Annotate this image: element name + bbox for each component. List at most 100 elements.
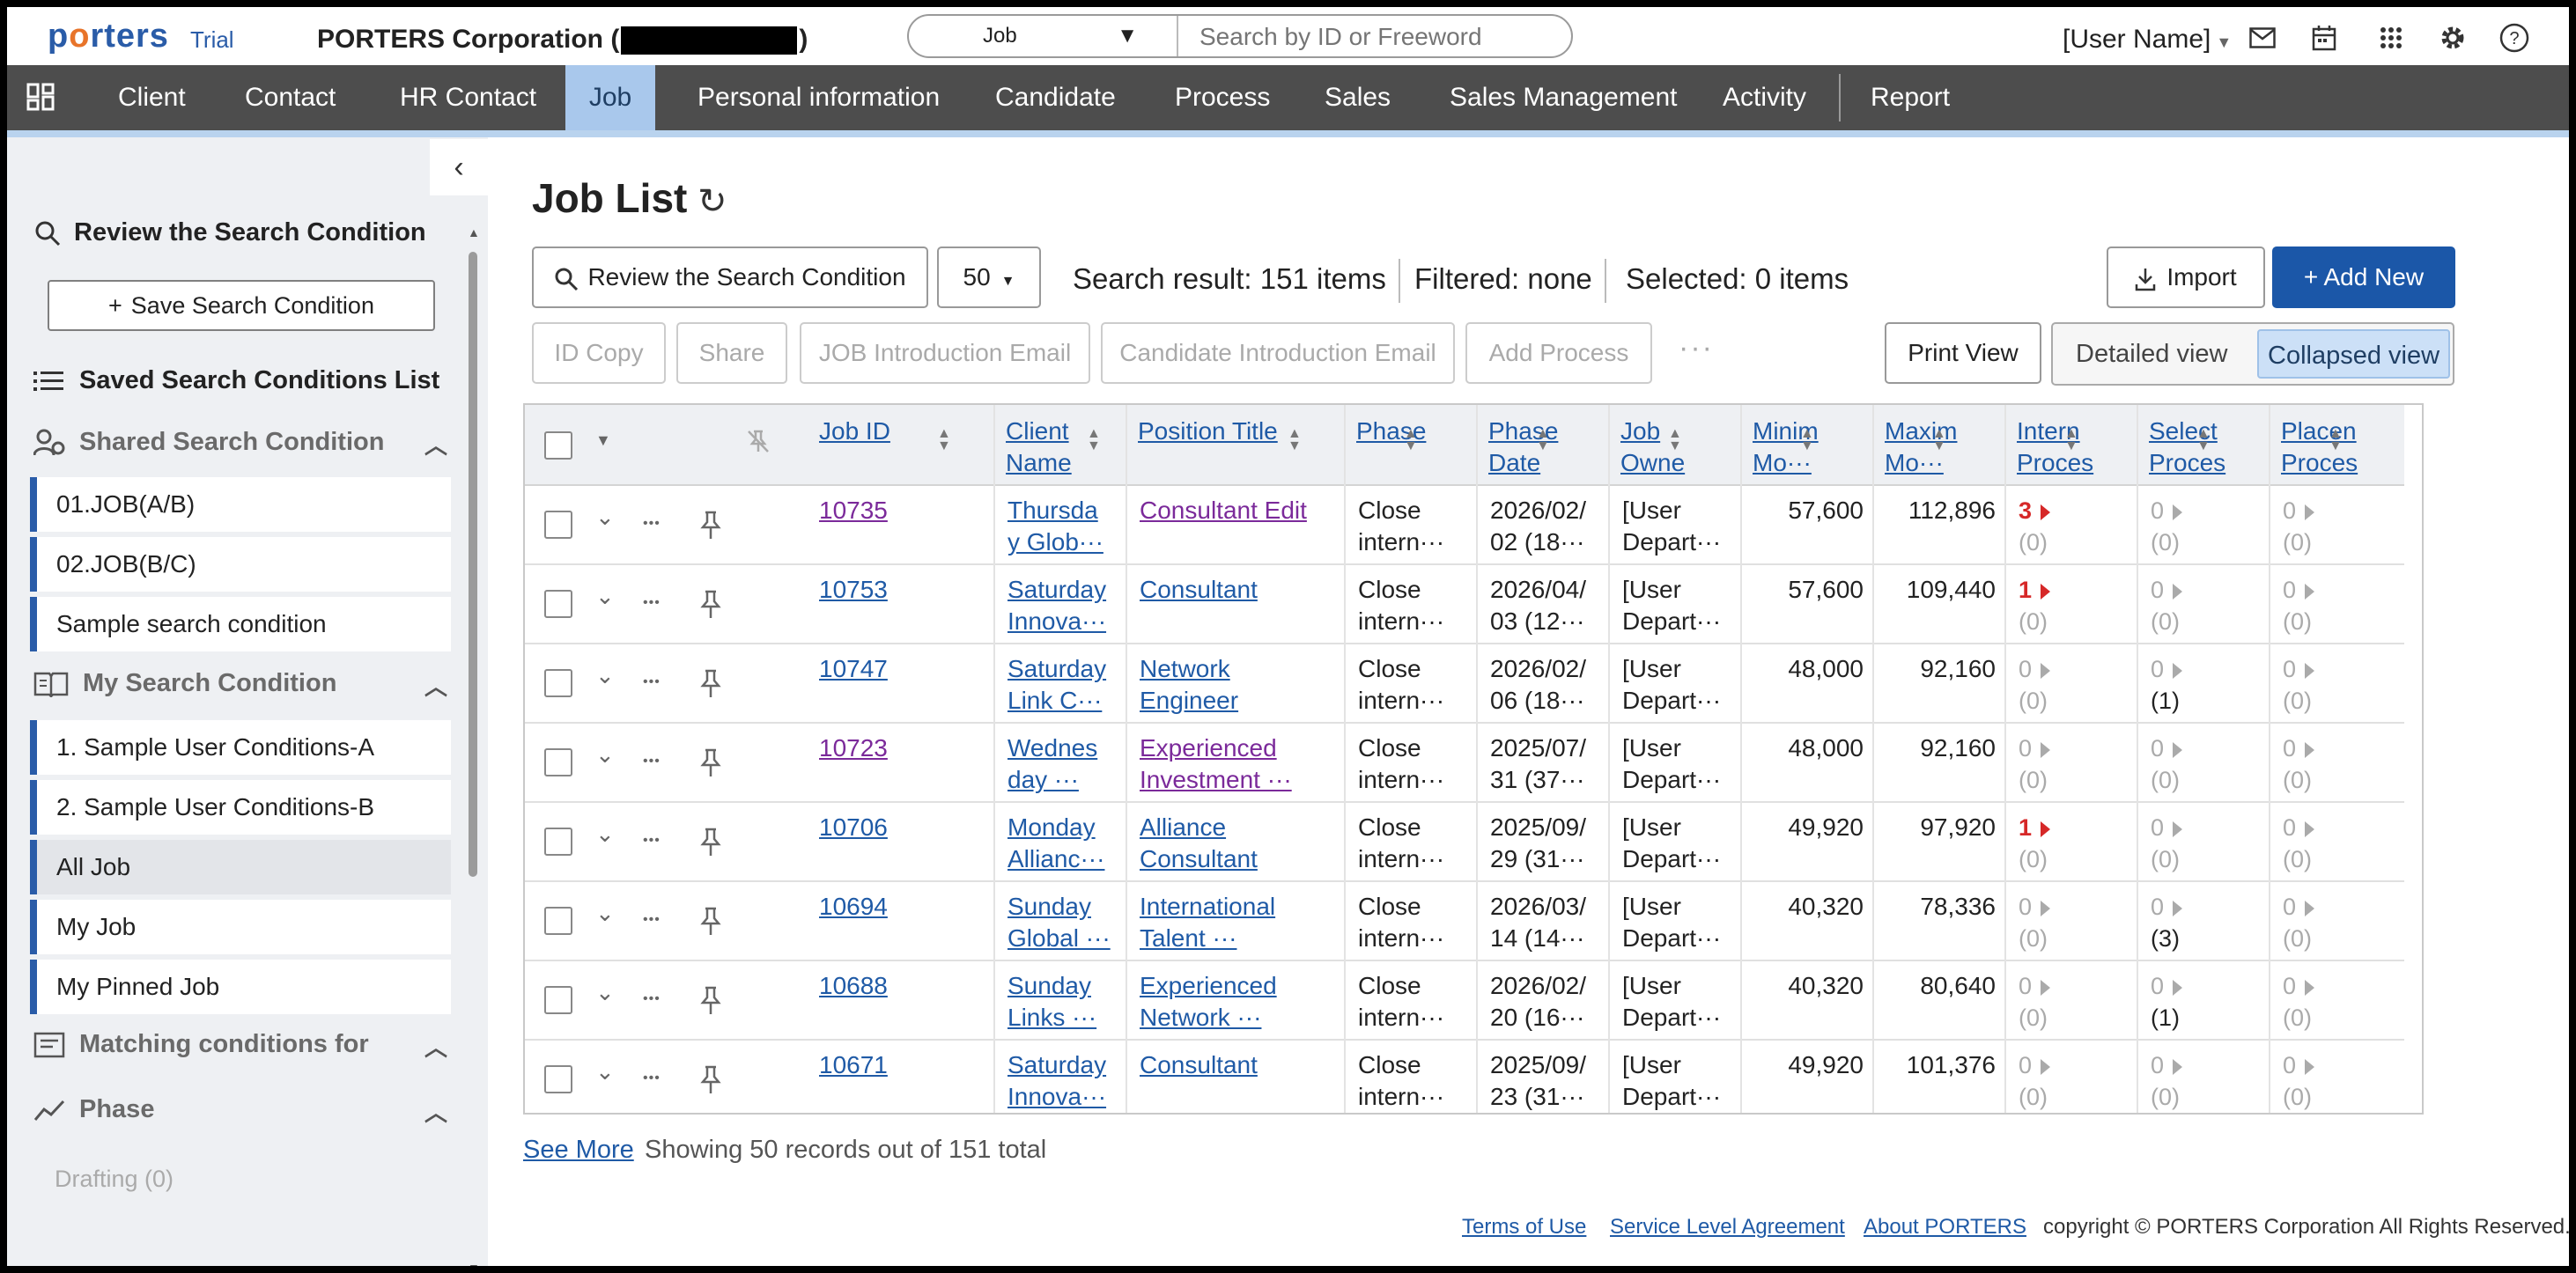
nav-sales[interactable]: Sales (1321, 65, 1394, 130)
unpin-icon[interactable] (745, 428, 771, 460)
column-header[interactable]: Phase (1356, 416, 1437, 447)
add-process-button[interactable]: Add Process (1465, 322, 1652, 384)
pin-icon[interactable] (699, 907, 722, 943)
row-menu-dots-icon[interactable]: ••• (643, 674, 661, 690)
client-name-link[interactable]: Saturday Innova··· (1008, 1049, 1113, 1113)
my-condition-item[interactable]: 2. Sample User Conditions-B (30, 780, 451, 835)
apps-grid-icon[interactable] (2376, 23, 2406, 53)
phase-drafting-item[interactable]: Drafting (0) (55, 1166, 173, 1193)
job-id-link[interactable]: 10723 (819, 732, 942, 764)
internal-process-count[interactable]: 3 (2019, 495, 2051, 526)
pin-icon[interactable] (699, 828, 722, 864)
column-header[interactable]: Job ID (819, 416, 951, 447)
row-checkbox[interactable] (544, 907, 572, 935)
pin-icon[interactable] (699, 511, 722, 547)
pin-icon[interactable] (699, 748, 722, 784)
table-row[interactable]: ⌄ ••• 10671 Saturday Innova··· Consultant Clos… (525, 1041, 2404, 1113)
chevron-down-icon[interactable]: ⌄ (595, 900, 615, 927)
saved-conditions-list-row[interactable]: Saved Search Conditions List (33, 366, 439, 395)
sort-icon[interactable]: ▲ ▼ (1932, 427, 1946, 453)
column-header[interactable]: Phase Date (1488, 416, 1573, 479)
placement-process-count[interactable]: 0 (2283, 574, 2315, 606)
selection-process-count[interactable]: 0 (2151, 1049, 2183, 1081)
row-menu-dots-icon[interactable]: ••• (643, 754, 661, 769)
job-id-link[interactable]: 10671 (819, 1049, 942, 1081)
share-button[interactable]: Share (676, 322, 787, 384)
table-row[interactable]: ⌄ ••• 10735 Thursda y Glob··· Consultant Edit… (525, 486, 2404, 565)
sort-icon[interactable]: ▲ ▼ (1288, 427, 1302, 453)
detailed-view-option[interactable]: Detailed view (2067, 329, 2236, 379)
gear-icon[interactable] (2438, 23, 2468, 53)
internal-process-count[interactable]: 1 (2019, 812, 2051, 843)
job-id-link[interactable]: 10706 (819, 812, 942, 843)
internal-process-count[interactable]: 0 (2019, 732, 2051, 764)
pin-icon[interactable] (699, 986, 722, 1022)
selection-process-count[interactable]: 0 (2151, 970, 2183, 1002)
terms-of-use-link[interactable]: Terms of Use (1462, 1215, 1586, 1240)
position-title-link[interactable]: Consultant Edit (1140, 495, 1342, 526)
select-all-checkbox[interactable] (544, 431, 572, 460)
sidebar-scrollbar[interactable]: ▲ ▼ (467, 225, 480, 1266)
row-checkbox[interactable] (544, 590, 572, 618)
sort-icon[interactable]: ▲ ▼ (1087, 427, 1101, 453)
column-header[interactable]: Select Proces (2149, 416, 2233, 479)
dashboard-grid-icon[interactable] (26, 83, 55, 115)
sort-icon[interactable]: ▲ ▼ (1536, 427, 1550, 453)
job-introduction-email-button[interactable]: JOB Introduction Email (800, 322, 1090, 384)
pin-icon[interactable] (699, 1065, 722, 1101)
chevron-down-icon[interactable]: ⌄ (595, 583, 615, 610)
review-search-row[interactable]: Review the Search Condition (33, 218, 426, 247)
table-row[interactable]: ⌄ ••• 10753 Saturday Innova··· Consultant Clos… (525, 565, 2404, 644)
porters-logo[interactable]: porters (48, 18, 169, 55)
add-new-button[interactable]: + Add New (2272, 247, 2455, 308)
sort-icon[interactable]: ▲ ▼ (1404, 427, 1418, 453)
nav-hr-contact[interactable]: HR Contact (396, 65, 540, 130)
id-copy-button[interactable]: ID Copy (532, 322, 666, 384)
row-menu-dots-icon[interactable]: ••• (643, 516, 661, 532)
my-condition-item[interactable]: My Pinned Job (30, 960, 451, 1014)
bulk-menu-caret-icon[interactable]: ▼ (595, 431, 611, 450)
nav-activity[interactable]: Activity (1719, 65, 1810, 130)
nav-client[interactable]: Client (114, 65, 189, 130)
job-id-link[interactable]: 10753 (819, 574, 942, 606)
position-title-link[interactable]: Alliance Consultant (1140, 812, 1342, 875)
row-checkbox[interactable] (544, 511, 572, 539)
collapse-sidebar-button[interactable]: ‹ (430, 139, 488, 195)
service-level-agreement-link[interactable]: Service Level Agreement (1610, 1215, 1845, 1240)
print-view-button[interactable]: Print View (1885, 322, 2041, 384)
table-row[interactable]: ⌄ ••• 10706 Monday Allianc··· Alliance Consult… (525, 803, 2404, 882)
placement-process-count[interactable]: 0 (2283, 1049, 2315, 1081)
shared-condition-item[interactable]: Sample search condition (30, 597, 451, 651)
search-type-select[interactable]: Job ▼ (909, 16, 1178, 56)
selection-process-count[interactable]: 0 (2151, 891, 2183, 923)
client-name-link[interactable]: Saturday Link C··· (1008, 653, 1113, 717)
sort-icon[interactable]: ▲ ▼ (2064, 427, 2078, 453)
pin-icon[interactable] (699, 669, 722, 705)
nav-process[interactable]: Process (1171, 65, 1273, 130)
help-icon[interactable]: ? (2499, 23, 2529, 53)
mail-icon[interactable] (2248, 23, 2277, 53)
about-porters-link[interactable]: About PORTERS (1864, 1215, 2026, 1240)
my-condition-item[interactable]: My Job (30, 900, 451, 954)
position-title-link[interactable]: International Talent ··· (1140, 891, 1342, 954)
selection-process-count[interactable]: 0 (2151, 812, 2183, 843)
shared-condition-item[interactable]: 01.JOB(A/B) (30, 477, 451, 532)
row-menu-dots-icon[interactable]: ••• (643, 833, 661, 849)
search-input[interactable] (1199, 23, 1552, 51)
job-id-link[interactable]: 10688 (819, 970, 942, 1002)
placement-process-count[interactable]: 0 (2283, 653, 2315, 685)
client-name-link[interactable]: Thursda y Glob··· (1008, 495, 1113, 558)
placement-process-count[interactable]: 0 (2283, 970, 2315, 1002)
internal-process-count[interactable]: 0 (2019, 970, 2051, 1002)
nav-candidate[interactable]: Candidate (992, 65, 1119, 130)
table-row[interactable]: ⌄ ••• 10747 Saturday Link C··· Network Enginee… (525, 644, 2404, 724)
column-header[interactable]: Placen Proces (2281, 416, 2366, 479)
scroll-up-arrow-icon[interactable]: ▲ (468, 225, 480, 239)
calendar-icon[interactable] (2309, 23, 2339, 53)
position-title-link[interactable]: Experienced Investment ··· (1140, 732, 1342, 796)
job-id-link[interactable]: 10694 (819, 891, 942, 923)
position-title-link[interactable]: Consultant (1140, 1049, 1342, 1081)
sidebar-scroll-thumb[interactable] (469, 252, 477, 877)
matching-conditions-header[interactable]: Matching conditions for ︿ (33, 1030, 447, 1061)
chevron-down-icon[interactable]: ⌄ (595, 662, 615, 689)
